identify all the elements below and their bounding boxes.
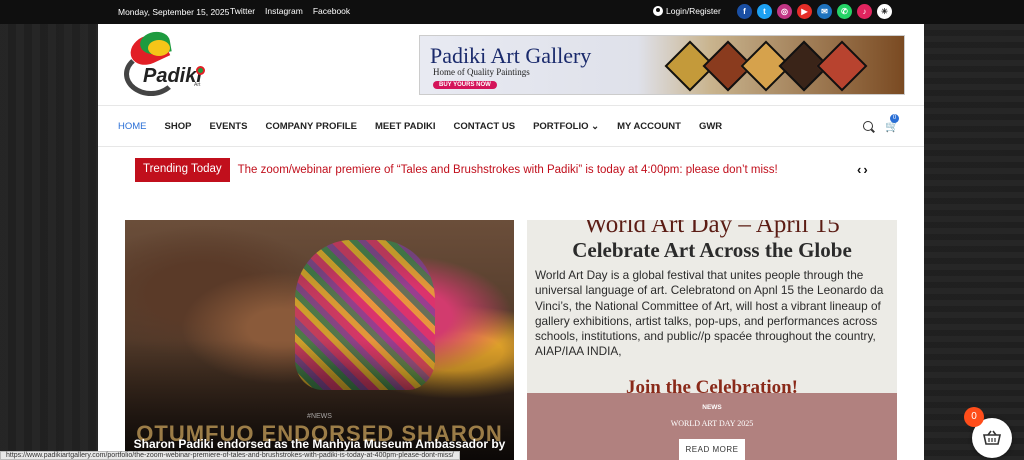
logo-dot <box>196 66 205 75</box>
cart-count-badge: 0 <box>890 114 899 123</box>
top-links: Twitter Instagram Facebook <box>230 6 350 16</box>
trending-arrows[interactable]: ‹› <box>857 162 870 177</box>
email-icon[interactable]: ✉ <box>817 4 832 19</box>
settings-icon[interactable]: ✳ <box>877 4 892 19</box>
trending-ticker: Trending Today The zoom/webinar premiere… <box>135 158 778 182</box>
nav-item-shop[interactable]: SHOP <box>165 121 192 132</box>
post-category[interactable]: #NEWS <box>125 413 514 420</box>
instagram-icon[interactable]: ◎ <box>777 4 792 19</box>
twitter-icon[interactable]: t <box>757 4 772 19</box>
logo-subtext: Art <box>194 82 201 88</box>
banner-buy-button[interactable]: BUY YOURS NOW <box>433 81 497 89</box>
top-bar: Monday, September 15, 2025 Twitter Insta… <box>0 0 1024 24</box>
basket-icon <box>983 430 1001 445</box>
login-register-link[interactable]: Login/Register <box>653 6 721 16</box>
instagram-link[interactable]: Instagram <box>265 6 303 16</box>
nav-item-meet-padiki[interactable]: MEET PADIKI <box>375 121 436 132</box>
nav-item-events[interactable]: EVENTS <box>209 121 247 132</box>
main-navigation: HOME SHOP EVENTS COMPANY PROFILE MEET PADIKI… <box>98 107 924 147</box>
floating-cart-count: 0 <box>964 407 984 427</box>
read-more-button[interactable]: READ MORE <box>679 439 745 460</box>
nav-list: HOME SHOP EVENTS COMPANY PROFILE MEET PADIKI… <box>118 121 740 132</box>
trending-message[interactable]: The zoom/webinar premiere of “Tales and … <box>238 164 778 176</box>
nav-item-contact-us[interactable]: CONTACT US <box>453 121 515 132</box>
trending-label: Trending Today <box>135 158 230 182</box>
nav-item-company-profile[interactable]: COMPANY PROFILE <box>265 121 357 132</box>
nav-item-portfolio[interactable]: PORTFOLIO ⌄ <box>533 121 599 132</box>
featured-post-card[interactable]: #NEWS OTUMFUO ENDORSED SHARON Sharon Pad… <box>125 220 514 460</box>
social-icons: f t ◎ ▶ ✉ ✆ ♪ ✳ <box>737 4 892 19</box>
twitter-link[interactable]: Twitter <box>230 6 255 16</box>
link-status-bar: https://www.padikiartgallery.com/portfol… <box>0 451 460 460</box>
user-icon <box>653 6 663 16</box>
poster-body: World Art Day is a global festival that … <box>535 268 884 359</box>
facebook-link[interactable]: Facebook <box>313 6 350 16</box>
whatsapp-icon[interactable]: ✆ <box>837 4 852 19</box>
youtube-icon[interactable]: ▶ <box>797 4 812 19</box>
login-register-label: Login/Register <box>666 6 721 16</box>
poster-heading: World Art Day – April 15 <box>584 220 840 238</box>
art-tile <box>816 40 868 92</box>
poster-subheading: Celebrate Art Across the Globe <box>572 238 852 262</box>
current-date: Monday, September 15, 2025 <box>118 7 230 17</box>
site-logo[interactable]: Padiki Art <box>118 29 208 98</box>
post-category[interactable]: NEWS <box>527 404 897 411</box>
tiktok-icon[interactable]: ♪ <box>857 4 872 19</box>
site-header: Padiki Art Padiki Art Gallery Home of Qu… <box>98 24 924 106</box>
background-image-right <box>924 0 1024 460</box>
world-art-day-card[interactable]: World Art Day – April 15 Celebrate Art A… <box>527 220 897 460</box>
search-icon[interactable] <box>863 121 873 131</box>
banner-title: Padiki Art Gallery <box>430 43 592 68</box>
post-headline[interactable]: Sharon Padiki endorsed as the Manhyia Mu… <box>125 437 514 451</box>
nav-item-gwr[interactable]: GWR <box>699 121 722 132</box>
nav-item-home[interactable]: HOME <box>118 121 147 132</box>
post-title[interactable]: WORLD ART DAY 2025 <box>527 419 897 428</box>
header-banner[interactable]: Padiki Art Gallery Home of Quality Paint… <box>419 35 905 95</box>
facebook-icon[interactable]: f <box>737 4 752 19</box>
banner-subtitle: Home of Quality Paintings <box>433 67 530 77</box>
page-container: Padiki Art Padiki Art Gallery Home of Qu… <box>98 24 924 460</box>
nav-item-my-account[interactable]: MY ACCOUNT <box>617 121 681 132</box>
banner-art-tiles <box>664 36 868 92</box>
background-image-left <box>0 0 98 460</box>
